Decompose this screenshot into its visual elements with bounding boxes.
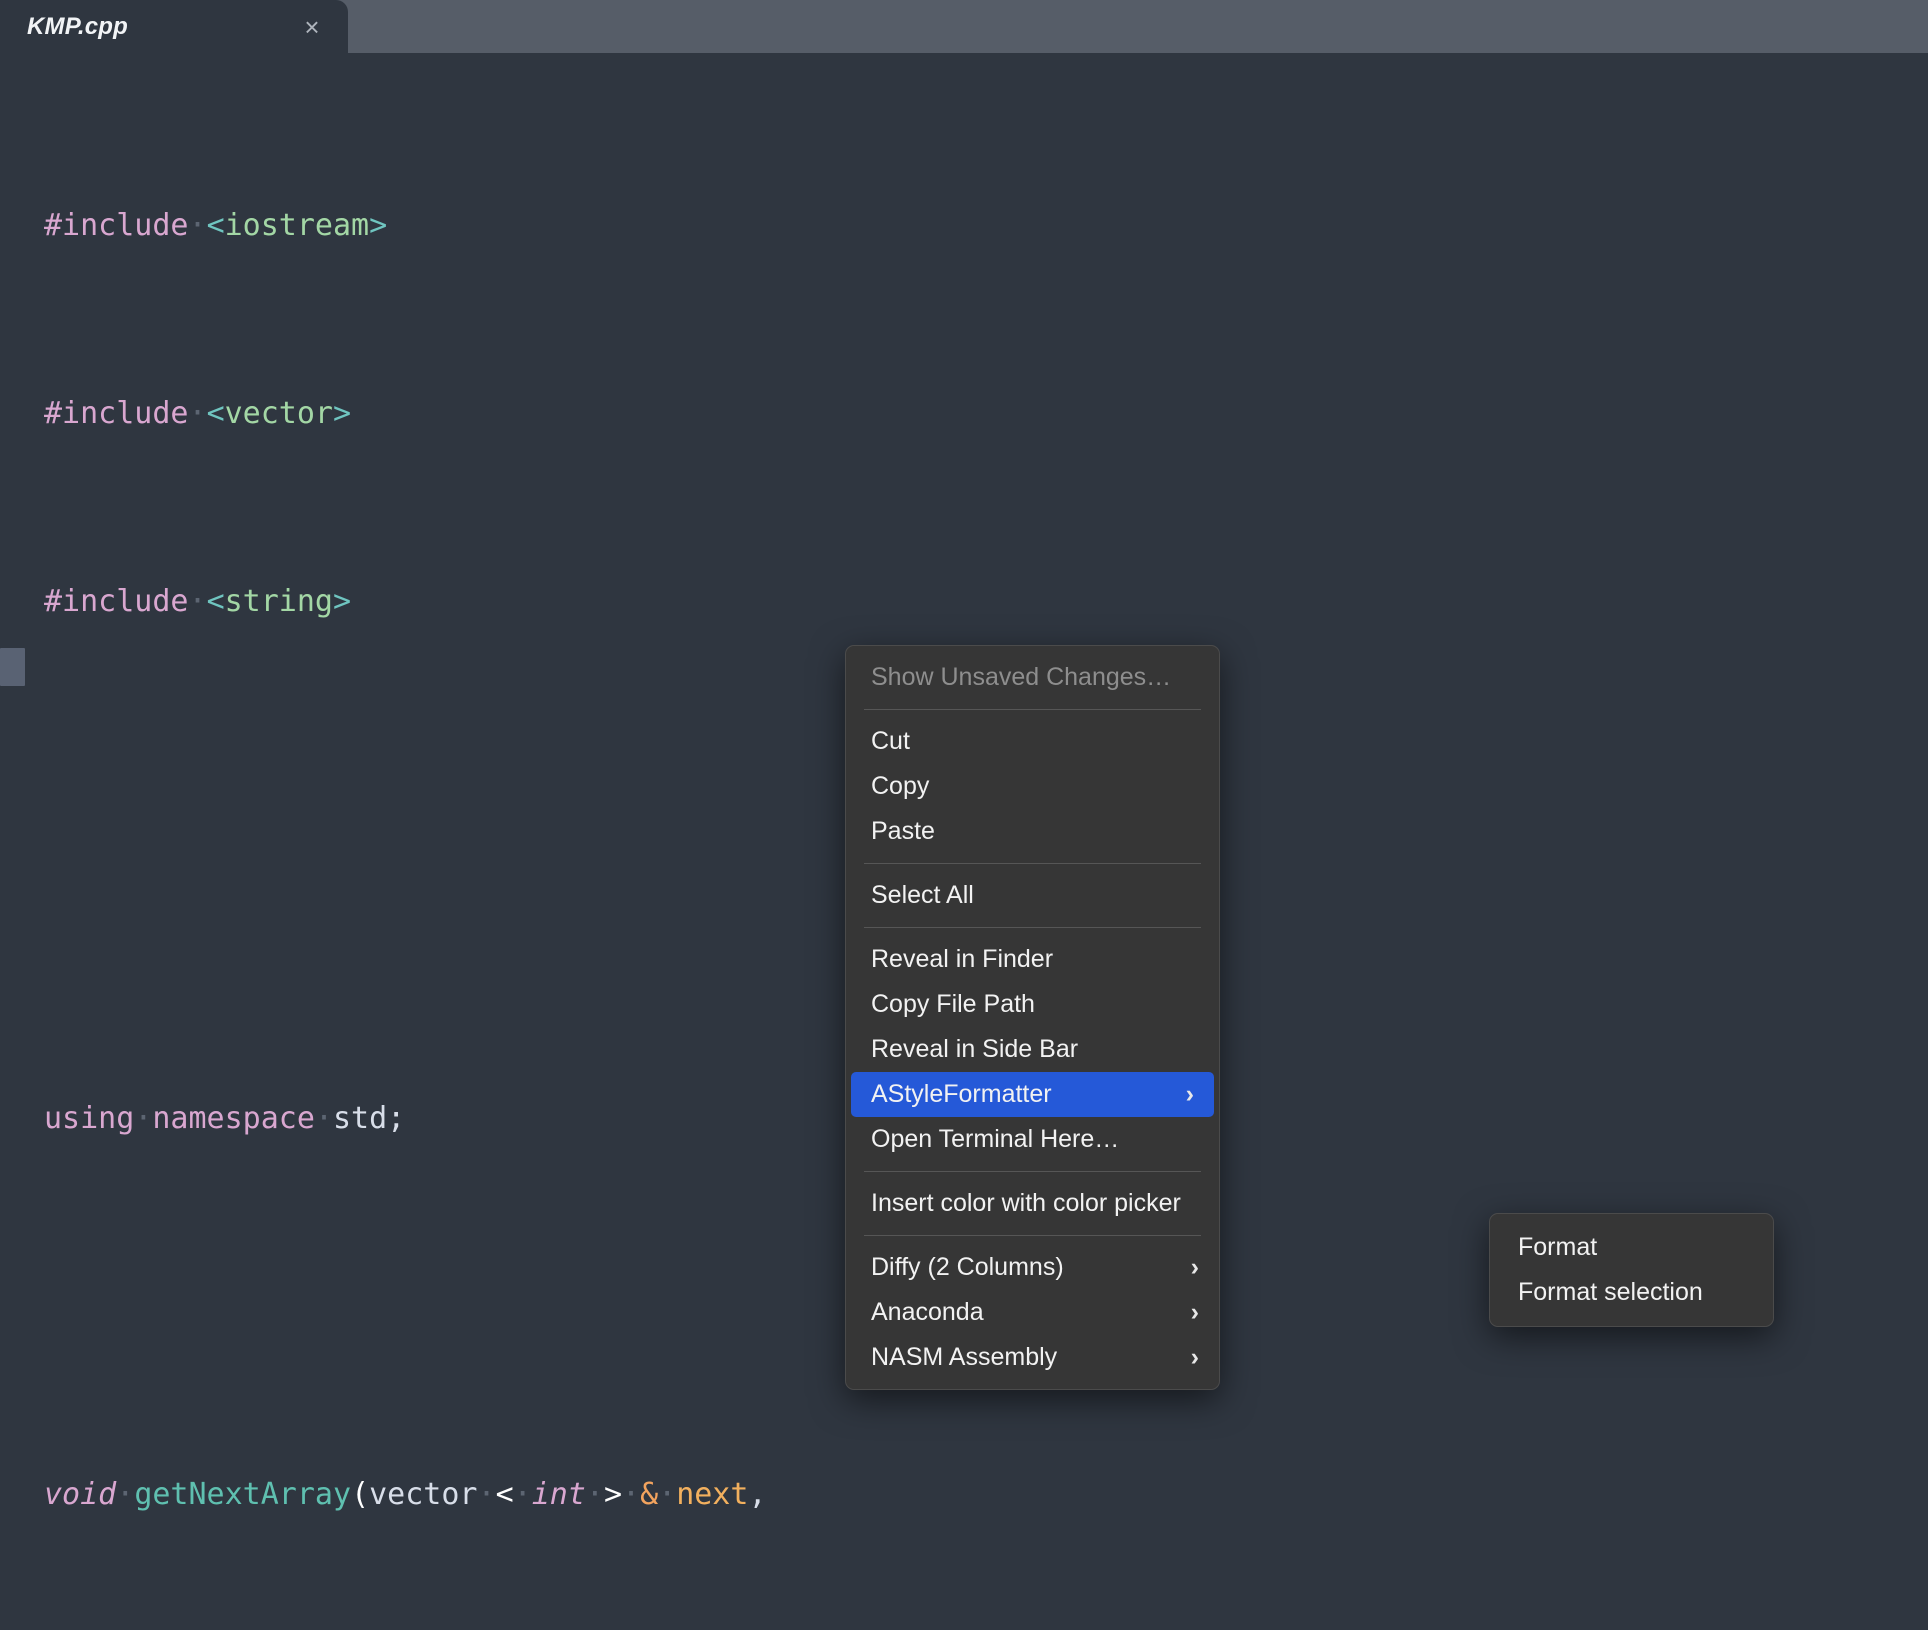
close-icon[interactable]: × <box>299 14 325 40</box>
editor-tab-kmp-cpp[interactable]: KMP.cpp × <box>0 0 348 53</box>
menu-item-label: Reveal in Finder <box>871 945 1054 973</box>
menu-item-label: Reveal in Side Bar <box>871 1035 1079 1063</box>
chevron-right-icon: › <box>1190 1298 1199 1326</box>
menu-item-label: Copy <box>871 772 930 800</box>
menu-item-copy-file-path[interactable]: Copy File Path <box>846 982 1219 1027</box>
context-menu[interactable]: Show Unsaved Changes… Cut Copy Paste Sel… <box>845 645 1220 1390</box>
menu-item-label: Paste <box>871 817 935 845</box>
chevron-right-icon: › <box>1185 1080 1194 1108</box>
astyleformatter-submenu[interactable]: Format Format selection <box>1489 1213 1774 1327</box>
code-line: using·namespace·std; <box>44 1101 406 1136</box>
menu-item-label: Cut <box>871 727 910 755</box>
menu-item-reveal-in-finder[interactable]: Reveal in Finder <box>846 937 1219 982</box>
menu-item-label: Select All <box>871 881 974 909</box>
menu-item-paste[interactable]: Paste <box>846 809 1219 854</box>
tab-label: KMP.cpp <box>27 12 128 40</box>
code-line: #include·<iostream> <box>44 208 388 243</box>
menu-separator <box>864 1235 1201 1236</box>
menu-item-label: NASM Assembly <box>871 1343 1058 1371</box>
menu-item-label: Format <box>1518 1233 1598 1261</box>
menu-item-select-all[interactable]: Select All <box>846 873 1219 918</box>
menu-item-label: Copy File Path <box>871 990 1035 1018</box>
menu-item-diffy-2-columns[interactable]: Diffy (2 Columns) › <box>846 1245 1219 1290</box>
submenu-item-format-selection[interactable]: Format selection <box>1490 1270 1773 1315</box>
menu-item-label: AStyleFormatter <box>871 1080 1052 1108</box>
menu-item-reveal-in-side-bar[interactable]: Reveal in Side Bar <box>846 1027 1219 1072</box>
menu-item-label: Anaconda <box>871 1298 984 1326</box>
menu-item-label: Format selection <box>1518 1278 1703 1306</box>
chevron-right-icon: › <box>1190 1343 1199 1371</box>
menu-item-cut[interactable]: Cut <box>846 719 1219 764</box>
code-content[interactable]: #include·<iostream> #include·<vector> #i… <box>0 61 821 1630</box>
chevron-right-icon: › <box>1190 1253 1199 1281</box>
menu-item-nasm-assembly[interactable]: NASM Assembly › <box>846 1335 1219 1380</box>
submenu-item-format[interactable]: Format <box>1490 1225 1773 1270</box>
menu-item-anaconda[interactable]: Anaconda › <box>846 1290 1219 1335</box>
menu-item-label: Show Unsaved Changes… <box>871 663 1172 691</box>
menu-item-insert-color-with-color-picker[interactable]: Insert color with color picker <box>846 1181 1219 1226</box>
menu-item-label: Insert color with color picker <box>871 1189 1181 1217</box>
menu-item-astyleformatter[interactable]: AStyleFormatter › <box>851 1072 1214 1117</box>
code-line: #include·<vector> <box>44 396 352 431</box>
menu-item-label: Diffy (2 Columns) <box>871 1253 1064 1281</box>
menu-item-label: Open Terminal Here… <box>871 1125 1120 1153</box>
menu-separator <box>864 1171 1201 1172</box>
menu-separator <box>864 927 1201 928</box>
code-line: void·getNextArray(vector·<·int·>·&·next, <box>44 1477 767 1512</box>
menu-item-open-terminal-here[interactable]: Open Terminal Here… <box>846 1117 1219 1162</box>
menu-item-copy[interactable]: Copy <box>846 764 1219 809</box>
tab-bar: KMP.cpp × <box>0 0 1928 53</box>
menu-separator <box>864 709 1201 710</box>
code-line: #include·<string> <box>44 584 352 619</box>
menu-separator <box>864 863 1201 864</box>
menu-item-show-unsaved-changes: Show Unsaved Changes… <box>846 655 1219 700</box>
